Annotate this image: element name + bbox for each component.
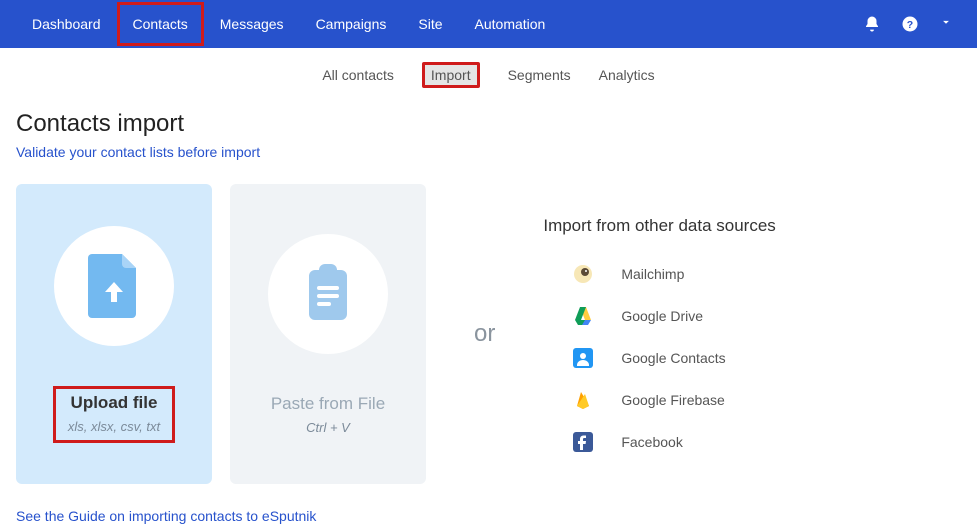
guide-link[interactable]: See the Guide on importing contacts to e…: [16, 508, 316, 524]
source-label: Google Contacts: [621, 350, 725, 366]
source-label: Google Firebase: [621, 392, 725, 408]
validate-link[interactable]: Validate your contact lists before impor…: [16, 144, 260, 160]
source-mailchimp[interactable]: Mailchimp: [573, 264, 775, 284]
source-list: Mailchimp Google Drive Google Contacts: [543, 264, 775, 452]
nav-messages[interactable]: Messages: [204, 2, 300, 46]
nav-contacts[interactable]: Contacts: [117, 2, 204, 46]
paste-title: Paste from File: [271, 394, 385, 414]
source-google-firebase[interactable]: Google Firebase: [573, 390, 775, 410]
upload-file-title: Upload file: [71, 393, 158, 413]
upload-file-highlight: Upload file xls, xlsx, csv, txt: [53, 386, 175, 443]
subnav-analytics[interactable]: Analytics: [599, 67, 655, 83]
source-google-contacts[interactable]: Google Contacts: [573, 348, 775, 368]
facebook-icon: [573, 432, 593, 452]
account-chevron-icon[interactable]: [939, 15, 953, 34]
svg-text:?: ?: [907, 19, 913, 31]
nav-campaigns[interactable]: Campaigns: [300, 2, 403, 46]
top-navigation: Dashboard Contacts Messages Campaigns Si…: [0, 0, 977, 48]
sub-navigation: All contacts Import Segments Analytics: [0, 48, 977, 102]
upload-file-icon: [54, 226, 174, 346]
upload-file-sub: xls, xlsx, csv, txt: [68, 419, 160, 434]
other-sources: Import from other data sources Mailchimp…: [543, 216, 775, 452]
nav-site[interactable]: Site: [402, 2, 458, 46]
upload-file-card[interactable]: Upload file xls, xlsx, csv, txt: [16, 184, 212, 484]
import-row: Upload file xls, xlsx, csv, txt Paste fr…: [16, 184, 961, 484]
subnav-segments[interactable]: Segments: [508, 67, 571, 83]
nav-dashboard[interactable]: Dashboard: [16, 2, 117, 46]
source-label: Mailchimp: [621, 266, 684, 282]
paste-sub: Ctrl + V: [306, 420, 350, 435]
source-google-drive[interactable]: Google Drive: [573, 306, 775, 326]
source-label: Google Drive: [621, 308, 703, 324]
gcontacts-icon: [573, 348, 593, 368]
subnav-import[interactable]: Import: [422, 62, 480, 88]
clipboard-icon: [268, 234, 388, 354]
sources-title: Import from other data sources: [543, 216, 775, 236]
page-title: Contacts import: [16, 110, 961, 138]
or-separator: or: [454, 320, 515, 348]
firebase-icon: [573, 390, 593, 410]
mailchimp-icon: [573, 264, 593, 284]
topnav-right: ?: [863, 15, 961, 34]
import-cards: Upload file xls, xlsx, csv, txt Paste fr…: [16, 184, 426, 484]
paste-from-file-card[interactable]: Paste from File Ctrl + V: [230, 184, 426, 484]
page-content: Contacts import Validate your contact li…: [0, 110, 977, 526]
subnav-all-contacts[interactable]: All contacts: [322, 67, 394, 83]
source-facebook[interactable]: Facebook: [573, 432, 775, 452]
source-label: Facebook: [621, 434, 682, 450]
gdrive-icon: [573, 306, 593, 326]
bell-icon[interactable]: [863, 15, 881, 33]
nav-automation[interactable]: Automation: [459, 2, 562, 46]
topnav-items: Dashboard Contacts Messages Campaigns Si…: [16, 2, 561, 46]
help-icon[interactable]: ?: [901, 15, 919, 33]
